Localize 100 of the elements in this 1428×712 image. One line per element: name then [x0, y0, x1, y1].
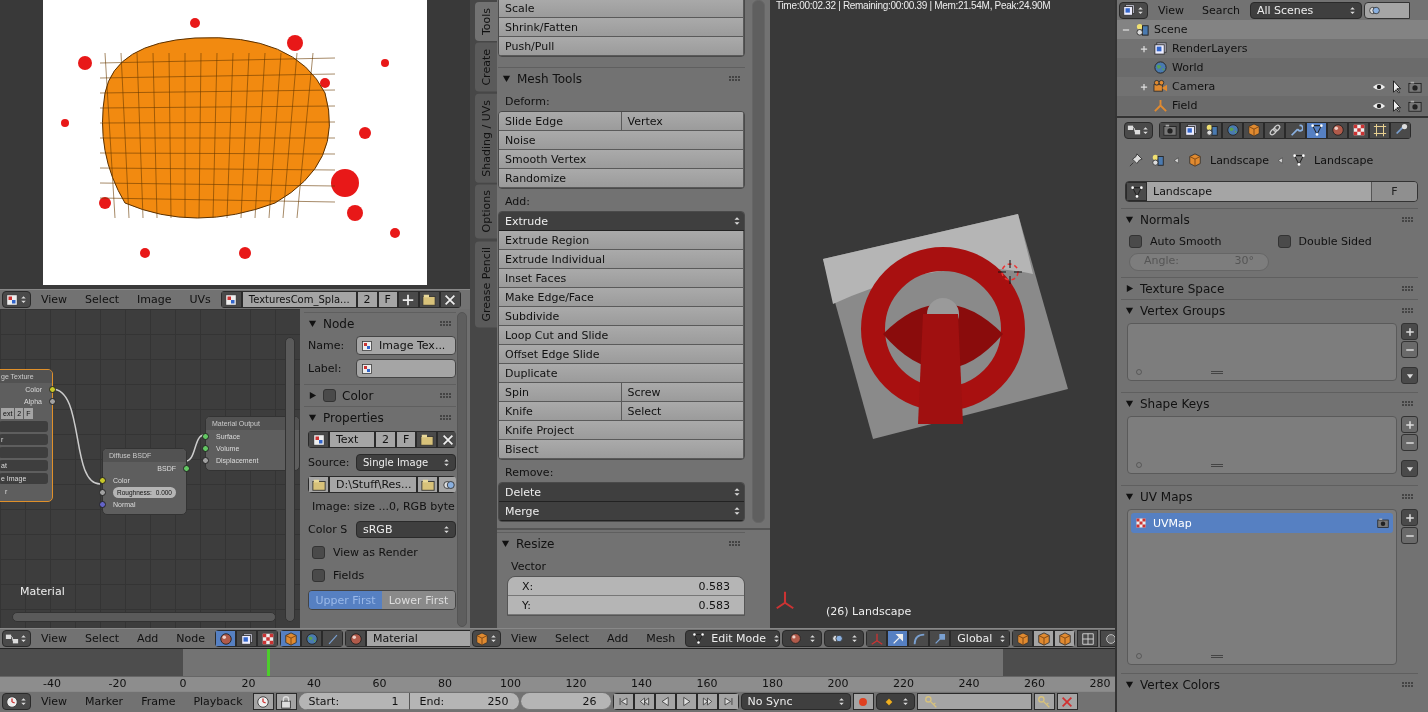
tool-button[interactable]: Subdivide	[499, 307, 744, 326]
tool-tab[interactable]: Tools	[475, 2, 497, 42]
frame-number: 280	[1089, 677, 1111, 690]
tool-button[interactable]: Knife Project	[499, 421, 744, 440]
menu-button[interactable]: Add	[129, 629, 167, 648]
object-label: (26) Landscape	[826, 605, 912, 618]
tool-button[interactable]: Offset Edge Slide	[499, 345, 744, 364]
users-count[interactable]: 2	[356, 291, 378, 308]
number-field[interactable]: X: 0.583	[508, 577, 744, 596]
fake-user-button[interactable]: F	[396, 431, 417, 448]
checkbox-label: Double Sided	[1298, 235, 1372, 248]
panel-header[interactable]: UV Maps	[1121, 485, 1418, 507]
checkbox-label: Fields	[333, 569, 365, 582]
tool-button[interactable]: Loop Cut and Slide	[499, 326, 744, 345]
breadcrumb-item: Landscape	[1210, 153, 1270, 167]
tool-button[interactable]: Scale	[499, 0, 744, 18]
tool-button[interactable]: Vertex	[621, 112, 744, 131]
tool-button[interactable]: Make Edge/Face	[499, 288, 744, 307]
tool-button[interactable]: Bisect	[499, 440, 744, 459]
frame-number: 200	[827, 677, 849, 690]
panel-header[interactable]: Resize	[497, 532, 745, 554]
menu-button[interactable]: Image	[129, 290, 180, 309]
image-info: Image: size ...0, RGB byte	[311, 499, 456, 515]
frame-number: -20	[108, 677, 127, 690]
image-name-field[interactable]: Text	[329, 431, 375, 448]
tool-button[interactable]: Slide Edge	[499, 112, 622, 131]
name-field[interactable]: Image Tex...	[356, 336, 456, 355]
group-label: Add:	[504, 194, 531, 210]
frame-number: -40	[43, 677, 61, 690]
display-mode-dropdown[interactable]: All Scenes	[1249, 1, 1362, 19]
users-count[interactable]: 2	[375, 431, 396, 448]
source-dropdown[interactable]: Single Image	[356, 454, 456, 471]
menu-button[interactable]: UVs	[181, 290, 219, 309]
current-frame-field[interactable]: 26	[520, 693, 611, 710]
menu-button[interactable]: Add	[599, 629, 637, 648]
outliner-row[interactable]: RenderLayers	[1117, 39, 1428, 58]
start-frame-field[interactable]: Start: 1	[298, 693, 409, 710]
menu-button[interactable]: View	[33, 629, 76, 648]
frame-number: 20	[241, 677, 256, 690]
tool-button[interactable]: Extrude Individual	[499, 250, 744, 269]
dropdown-menu[interactable]: Extrude	[499, 212, 744, 231]
fake-user-button[interactable]: F	[377, 291, 398, 308]
number-field[interactable]: Y: 0.583	[508, 596, 744, 615]
tool-button[interactable]: Knife	[499, 402, 622, 421]
mode-dropdown[interactable]: Edit Mode	[685, 630, 781, 647]
material-name-field[interactable]: Material	[366, 630, 470, 647]
tool-button[interactable]: Smooth Vertex	[499, 150, 744, 169]
tool-button[interactable]: Extrude Region	[499, 231, 744, 250]
frame-number: 120	[565, 677, 587, 690]
frame-number: 220	[893, 677, 914, 690]
file-path-field[interactable]: D:\Stuff\Res...	[329, 476, 417, 493]
menu-button[interactable]: Select	[547, 629, 598, 648]
frame-number: 260	[1024, 677, 1045, 690]
node-tree-label: Material	[20, 585, 65, 598]
tool-button[interactable]: Spin	[499, 383, 622, 402]
orientation-dropdown[interactable]: Global	[950, 630, 1011, 647]
3d-viewport[interactable]: Time:00:02.32 | Remaining:00:00.39 | Mem:21.54M, Peak:24.90M (26) Landscape	[770, 0, 1115, 628]
field-label: Source:	[308, 456, 350, 469]
uv-map-item[interactable]: UVMap	[1131, 513, 1393, 533]
panel-header[interactable]: Shape Keys	[1121, 392, 1418, 414]
panel-header[interactable]: Mesh Tools	[498, 67, 745, 89]
menu-button[interactable]: View	[503, 629, 546, 648]
group-label: Remove:	[504, 465, 555, 481]
panel-header[interactable]: Node	[304, 312, 456, 334]
frame-number: 180	[762, 677, 783, 690]
image-name-field[interactable]: TexturesCom_Spla...	[241, 291, 357, 308]
menu-button[interactable]: View	[33, 692, 76, 711]
menu-button[interactable]: Marker	[77, 692, 132, 711]
menu-button[interactable]: Mesh	[638, 629, 684, 648]
tool-button[interactable]: Inset Faces	[499, 269, 744, 288]
tool-button[interactable]: Noise	[499, 131, 744, 150]
tool-button[interactable]: Screw	[621, 383, 744, 402]
tool-button[interactable]: Duplicate	[499, 364, 744, 383]
menu-button[interactable]: Frame	[133, 692, 184, 711]
menu-button[interactable]: Select	[77, 290, 128, 309]
panel-header[interactable]: Texture Space	[1121, 277, 1418, 299]
frame-number: 0	[179, 677, 187, 690]
outliner-row[interactable]: Scene	[1117, 20, 1428, 39]
panel-header[interactable]: Normals	[1121, 208, 1418, 230]
menu-button[interactable]: Playback	[185, 692, 251, 711]
menu-button[interactable]: View	[1150, 1, 1193, 19]
panel-header[interactable]: Properties	[304, 406, 456, 428]
menu-button[interactable]: View	[33, 290, 76, 309]
outliner-row[interactable]: Camera	[1117, 77, 1428, 96]
panel-header[interactable]: Vertex Colors	[1121, 673, 1418, 695]
end-frame-field[interactable]: End: 250	[408, 693, 519, 710]
tool-button[interactable]: Push/Pull	[499, 37, 744, 56]
tool-button[interactable]: Shrink/Fatten	[499, 18, 744, 37]
menu-button[interactable]: Node	[168, 629, 214, 648]
panel-header[interactable]: Color	[304, 384, 456, 406]
tool-button[interactable]: Randomize	[499, 169, 744, 188]
panel-header[interactable]: Vertex Groups	[1121, 299, 1418, 321]
color-space-dropdown[interactable]: sRGB	[356, 521, 456, 538]
dropdown-menu[interactable]: Delete	[499, 483, 744, 502]
menu-button[interactable]: Search	[1194, 1, 1248, 19]
menu-button[interactable]: Select	[77, 629, 128, 648]
checkbox-label: Auto Smooth	[1150, 235, 1222, 248]
dropdown-menu[interactable]: Merge	[499, 502, 744, 521]
sync-dropdown[interactable]: No Sync	[740, 693, 851, 710]
tool-button[interactable]: Select	[621, 402, 744, 421]
